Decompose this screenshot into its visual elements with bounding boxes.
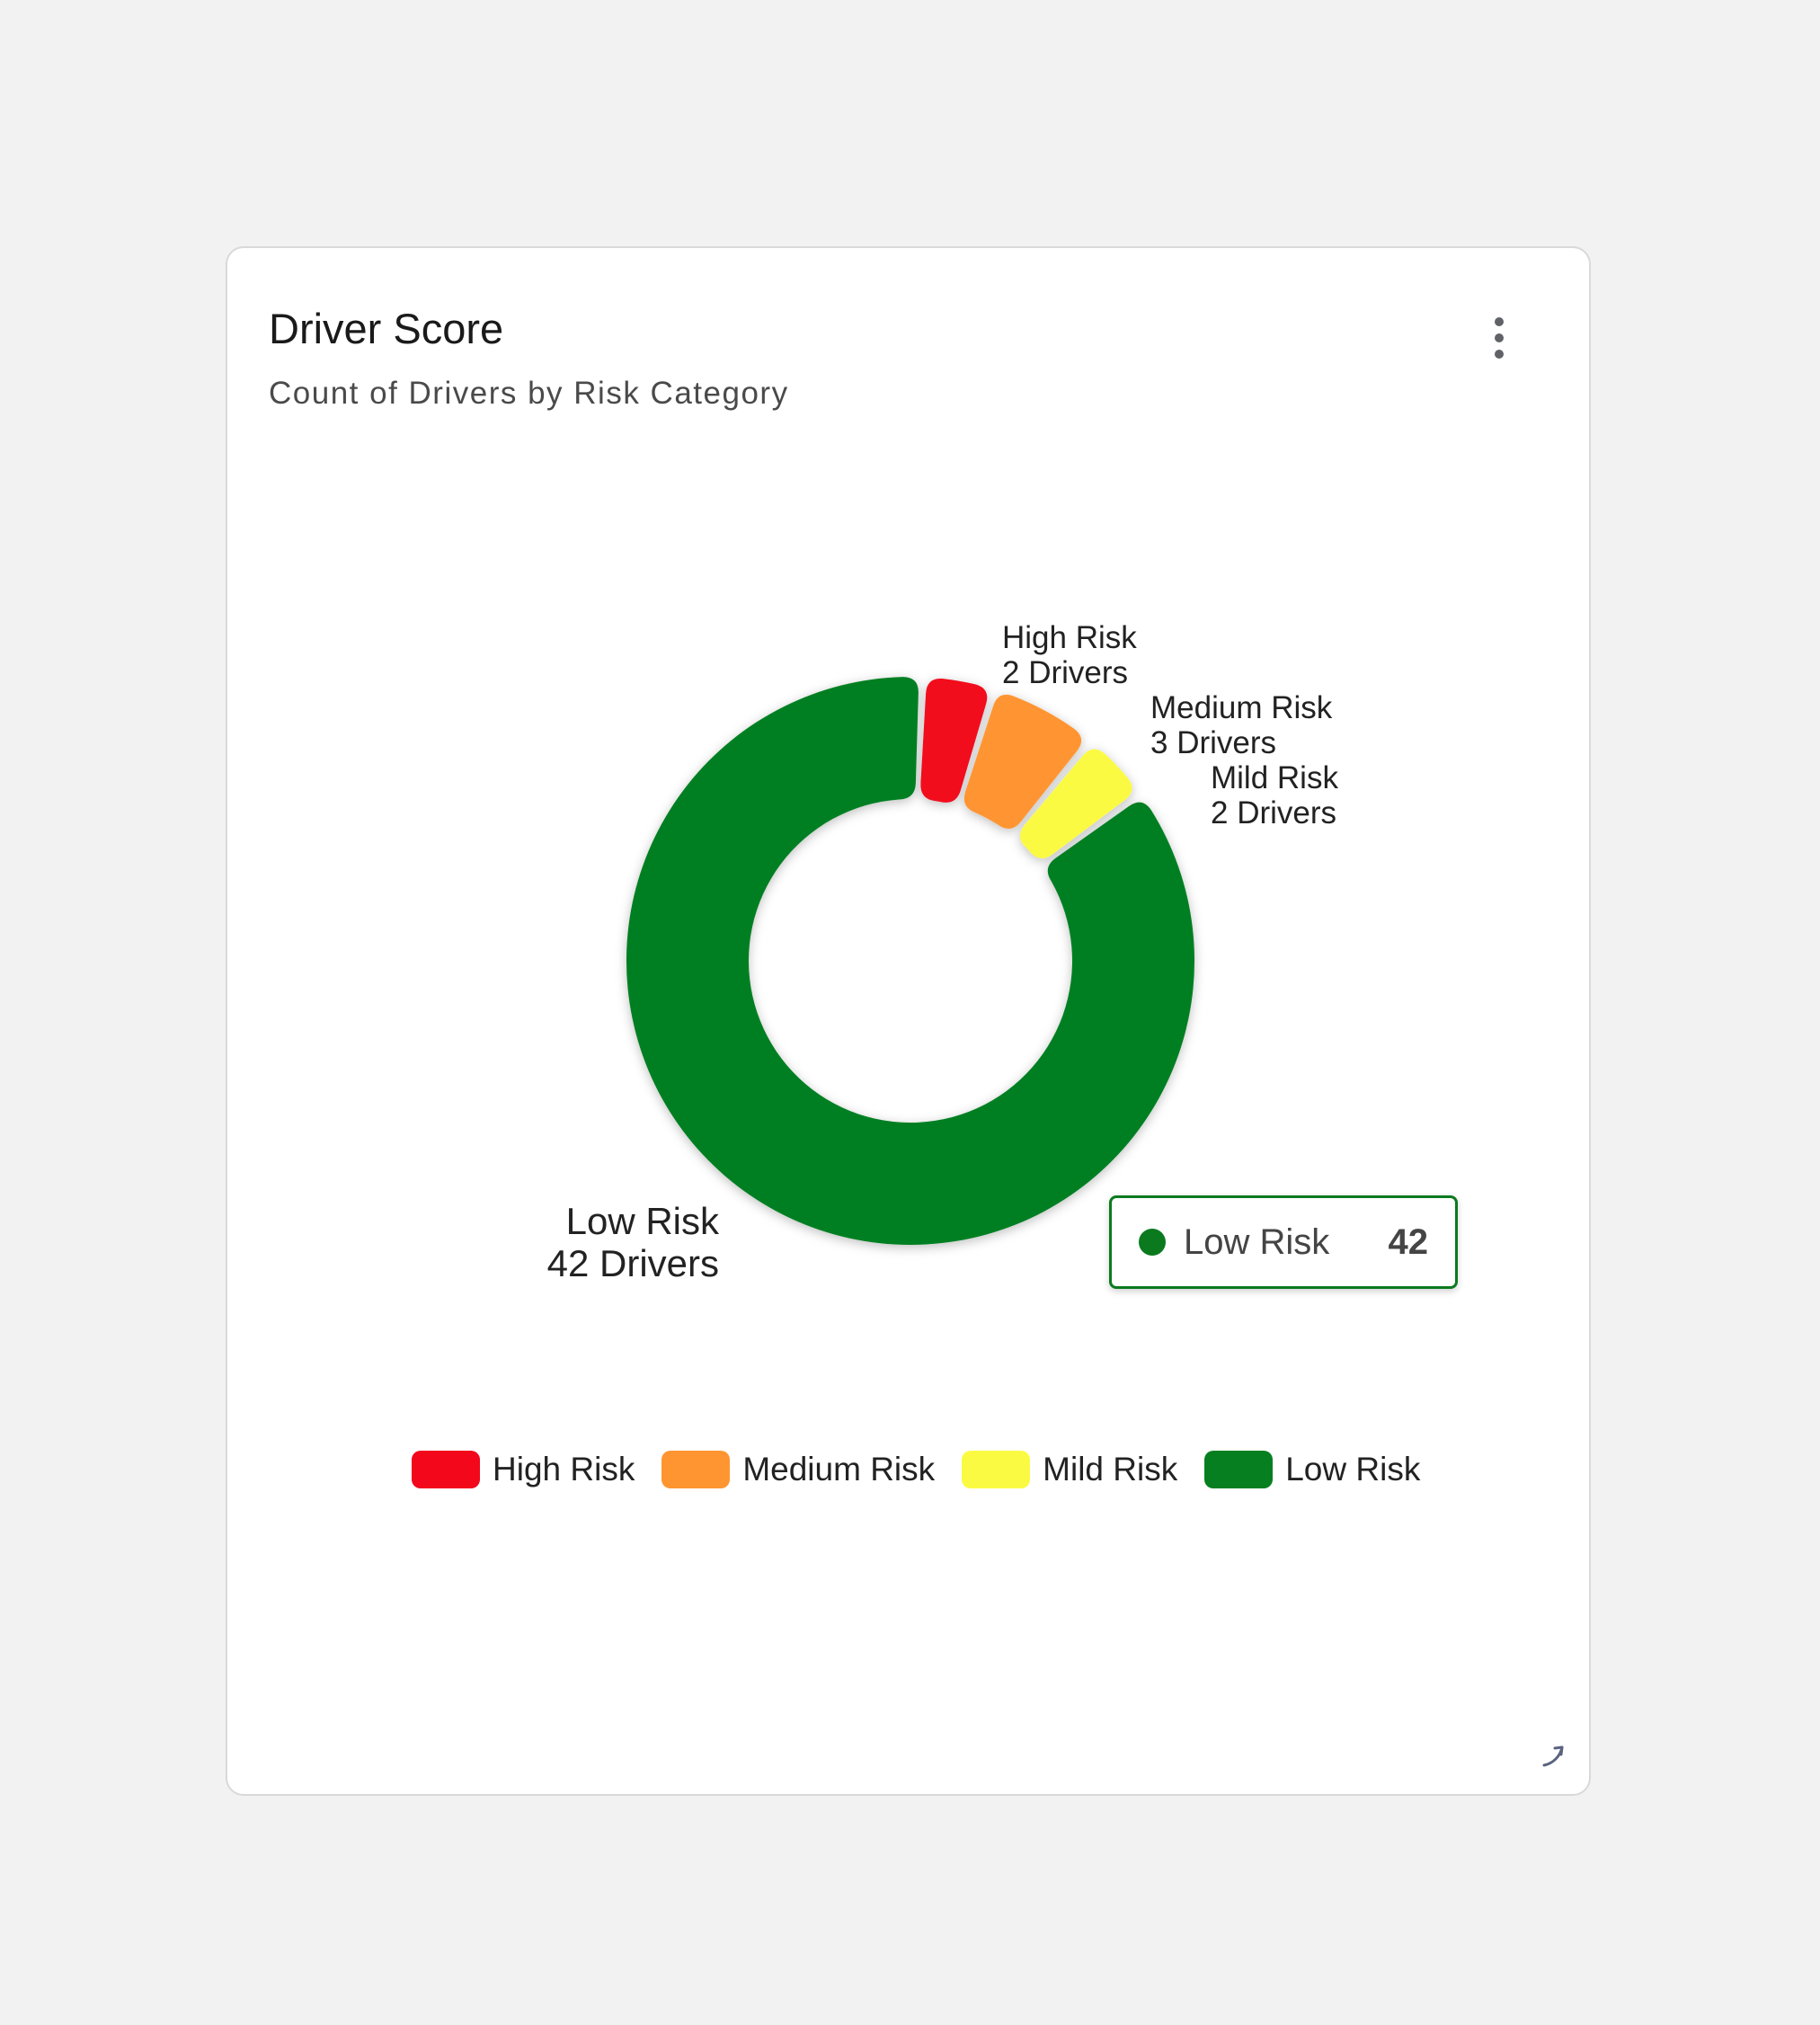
legend-swatch — [412, 1451, 480, 1488]
slice-label-name: Low Risk — [565, 1200, 719, 1242]
legend-item-low-risk[interactable]: Low Risk — [1204, 1451, 1420, 1488]
resize-handle-icon — [1542, 1745, 1564, 1767]
slice-label-name: High Risk — [1002, 620, 1137, 655]
legend-label: Low Risk — [1285, 1451, 1421, 1488]
slice-label-high-risk: High Risk 2 Drivers — [1002, 620, 1137, 690]
tooltip-label: Low Risk — [1184, 1221, 1330, 1262]
legend-label: Medium Risk — [742, 1451, 936, 1488]
slice-label-low-risk: Low Risk 42 Drivers — [503, 1200, 719, 1284]
driver-score-card — [226, 246, 1591, 1796]
legend-label: High Risk — [493, 1451, 635, 1488]
slice-label-medium-risk: Medium Risk 3 Drivers — [1150, 690, 1332, 760]
legend-swatch — [661, 1451, 731, 1488]
card-menu-button[interactable] — [1479, 313, 1519, 363]
tooltip-color-dot — [1139, 1229, 1166, 1256]
slice-label-name: Medium Risk — [1150, 690, 1333, 725]
legend-item-mild-risk[interactable]: Mild Risk — [962, 1451, 1177, 1488]
slice-label-mild-risk: Mild Risk 2 Drivers — [1211, 760, 1338, 830]
slice-label-detail: 42 Drivers — [546, 1242, 719, 1285]
card-title: Driver Score — [269, 305, 504, 352]
more-vertical-icon — [1495, 317, 1504, 359]
legend-item-medium-risk[interactable]: Medium Risk — [661, 1451, 935, 1488]
tooltip-value: 42 — [1388, 1221, 1429, 1262]
slice-label-name: Mild Risk — [1211, 760, 1338, 795]
card-subtitle: Count of Drivers by Risk Category — [269, 376, 789, 411]
legend-swatch — [962, 1451, 1031, 1488]
legend-swatch — [1204, 1451, 1274, 1488]
chart-tooltip: Low Risk 42 — [1109, 1195, 1458, 1289]
legend-item-high-risk[interactable]: High Risk — [412, 1451, 635, 1488]
chart-legend: High Risk Medium Risk Mild Risk Low Risk — [412, 1449, 1447, 1490]
card-resize-handle[interactable] — [1537, 1740, 1567, 1771]
legend-label: Mild Risk — [1043, 1451, 1178, 1488]
slice-label-detail: 2 Drivers — [1211, 795, 1337, 831]
slice-label-detail: 2 Drivers — [1002, 655, 1129, 691]
slice-label-detail: 3 Drivers — [1150, 725, 1277, 761]
